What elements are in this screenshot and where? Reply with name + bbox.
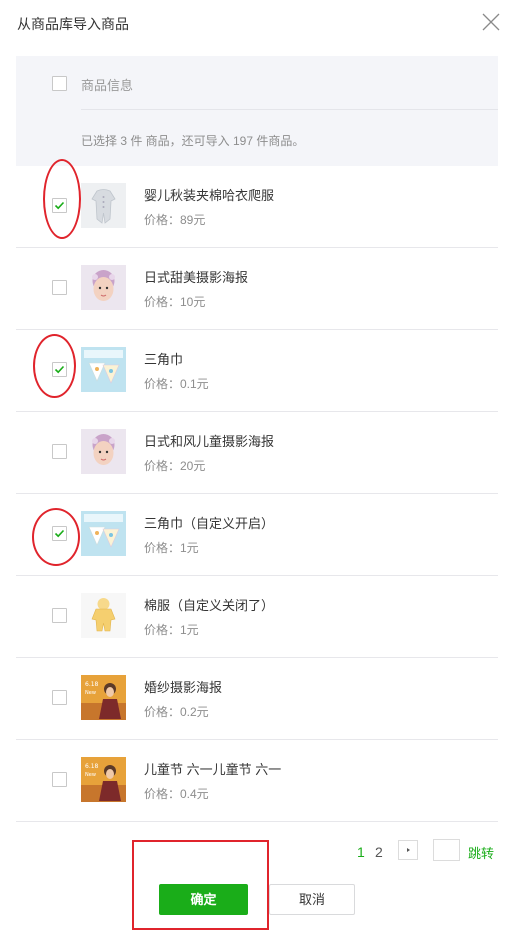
annotation-circle (33, 334, 76, 398)
column-label-product-info: 商品信息 (81, 78, 134, 93)
product-row[interactable]: 日式甜美摄影海报 价格：10元 (16, 248, 498, 330)
product-row[interactable]: 棉服（自定义关闭了） 价格：1元 (16, 576, 498, 658)
product-thumbnail (81, 429, 126, 474)
product-thumbnail (81, 265, 126, 310)
product-price: 价格：10元 (144, 295, 206, 309)
product-name: 婚纱摄影海报 (144, 680, 223, 695)
cancel-button[interactable]: 取消 (269, 884, 355, 915)
close-icon[interactable] (482, 13, 500, 31)
product-name: 儿童节 六一儿童节 六一 (144, 762, 282, 777)
product-name: 日式甜美摄影海报 (144, 270, 249, 285)
product-thumbnail (81, 593, 126, 638)
product-price: 价格：1元 (144, 623, 199, 637)
product-thumbnail: 6.18 New (81, 757, 126, 802)
product-checkbox[interactable] (52, 608, 67, 623)
annotation-circle (32, 508, 80, 566)
product-price: 价格：20元 (144, 459, 206, 473)
product-checkbox[interactable] (52, 772, 67, 787)
product-checkbox[interactable] (52, 690, 67, 705)
selection-summary: 已选择 3 件 商品，还可导入 197 件商品。 (81, 134, 305, 148)
product-price: 价格：0.2元 (144, 705, 209, 719)
product-checkbox[interactable] (52, 280, 67, 295)
page-jump-button[interactable]: 跳转 (468, 843, 494, 862)
product-row[interactable]: 6.18 New 儿童节 六一儿童节 六一 价格：0.4元 (16, 740, 498, 822)
product-name: 三角巾 (144, 352, 184, 367)
product-price: 价格：1元 (144, 541, 199, 555)
product-thumbnail (81, 511, 126, 556)
product-name: 日式和风儿童摄影海报 (144, 434, 275, 449)
product-price: 价格：89元 (144, 213, 206, 227)
product-name: 棉服（自定义关闭了） (144, 598, 275, 613)
product-thumbnail (81, 347, 126, 392)
page-1-link[interactable]: 1 (357, 844, 365, 860)
caret-right-icon (407, 848, 410, 852)
product-row[interactable]: 婴儿秋装夹棉哈衣爬服 价格：89元 (16, 166, 498, 248)
product-price: 价格：0.1元 (144, 377, 209, 391)
product-thumbnail (81, 183, 126, 228)
svg-text:New: New (85, 690, 96, 696)
product-thumbnail: 6.18 New (81, 675, 126, 720)
product-name: 三角巾（自定义开启） (144, 516, 275, 531)
product-row[interactable]: 日式和风儿童摄影海报 价格：20元 (16, 412, 498, 494)
product-row[interactable]: 三角巾（自定义开启） 价格：1元 (16, 494, 498, 576)
page-jump-input[interactable] (433, 839, 460, 861)
svg-text:6.18: 6.18 (85, 681, 99, 688)
product-name: 婴儿秋装夹棉哈衣爬服 (144, 188, 275, 203)
svg-text:6.18: 6.18 (85, 763, 99, 770)
annotation-rectangle (132, 840, 269, 930)
product-list-header (16, 56, 498, 166)
annotation-circle (43, 159, 81, 239)
product-row[interactable]: 6.18 New 婚纱摄影海报 价格：0.2元 (16, 658, 498, 740)
product-row[interactable]: 三角巾价格：0.1元 (16, 330, 498, 412)
next-page-button[interactable] (398, 840, 418, 860)
product-checkbox[interactable] (52, 444, 67, 459)
dialog-title: 从商品库导入商品 (17, 16, 129, 32)
header-divider (81, 109, 498, 110)
page-2-link[interactable]: 2 (375, 844, 383, 860)
product-price: 价格：0.4元 (144, 787, 209, 801)
select-all-checkbox[interactable] (52, 76, 67, 91)
svg-text:New: New (85, 772, 96, 778)
